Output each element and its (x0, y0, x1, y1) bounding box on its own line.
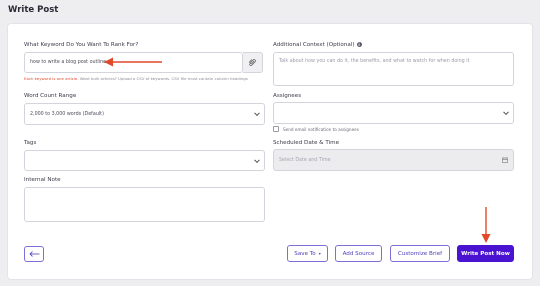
write-post-now-button[interactable]: Write Post Now (457, 245, 514, 262)
back-button[interactable] (24, 246, 44, 262)
customize-brief-button[interactable]: Customize Brief (390, 245, 450, 262)
chevron-down-icon (254, 110, 260, 117)
schedule-label: Scheduled Date & Time (273, 140, 340, 146)
save-to-button[interactable]: Save To ▾ (287, 245, 328, 262)
tags-select[interactable] (24, 150, 265, 171)
keyword-helper-text: Each keyword is one article. Want bulk a… (24, 76, 248, 81)
keyword-label: What Keyword Do You Want To Rank For? (24, 42, 139, 48)
upload-csv-button[interactable] (243, 52, 263, 73)
back-arrow-icon (28, 251, 39, 257)
assignees-label: Assignees (273, 93, 302, 99)
tags-label: Tags (24, 140, 37, 146)
keyword-error-text: Each keyword is one article. (24, 76, 79, 81)
internal-note-textarea[interactable] (24, 187, 265, 222)
word-count-select[interactable]: 2,000 to 3,000 words (Default) (24, 103, 265, 125)
add-source-button[interactable]: Add Source (335, 245, 382, 262)
notify-assignees-checkbox[interactable] (273, 126, 279, 132)
keyword-hint-text: Want bulk articles? Upload a CSV of keyw… (79, 76, 248, 81)
caret-down-icon: ▾ (318, 251, 321, 256)
context-textarea[interactable]: Talk about how you can do it, the benefi… (273, 52, 514, 86)
assignees-select[interactable] (273, 102, 514, 124)
save-to-label: Save To (294, 250, 316, 257)
chevron-down-icon (503, 109, 509, 116)
calendar-icon (502, 157, 508, 163)
context-label: Additional Context (Optional) i (273, 42, 362, 48)
schedule-input[interactable]: Select Date and Time (273, 149, 514, 171)
context-label-text: Additional Context (Optional) (273, 42, 355, 48)
page-title: Write Post (8, 5, 59, 15)
schedule-placeholder: Select Date and Time (279, 157, 331, 163)
info-icon: i (356, 42, 362, 47)
annotation-arrow-write-post (481, 207, 491, 243)
notify-assignees-label: Send email notification to assignees (283, 127, 359, 132)
annotation-arrow-keyword (104, 57, 162, 67)
internal-note-label: Internal Note (24, 177, 61, 183)
word-count-selected: 2,000 to 3,000 words (Default) (30, 111, 104, 117)
paperclip-icon (249, 59, 256, 66)
chevron-down-icon (254, 156, 260, 163)
word-count-label: Word Count Range (24, 93, 77, 99)
